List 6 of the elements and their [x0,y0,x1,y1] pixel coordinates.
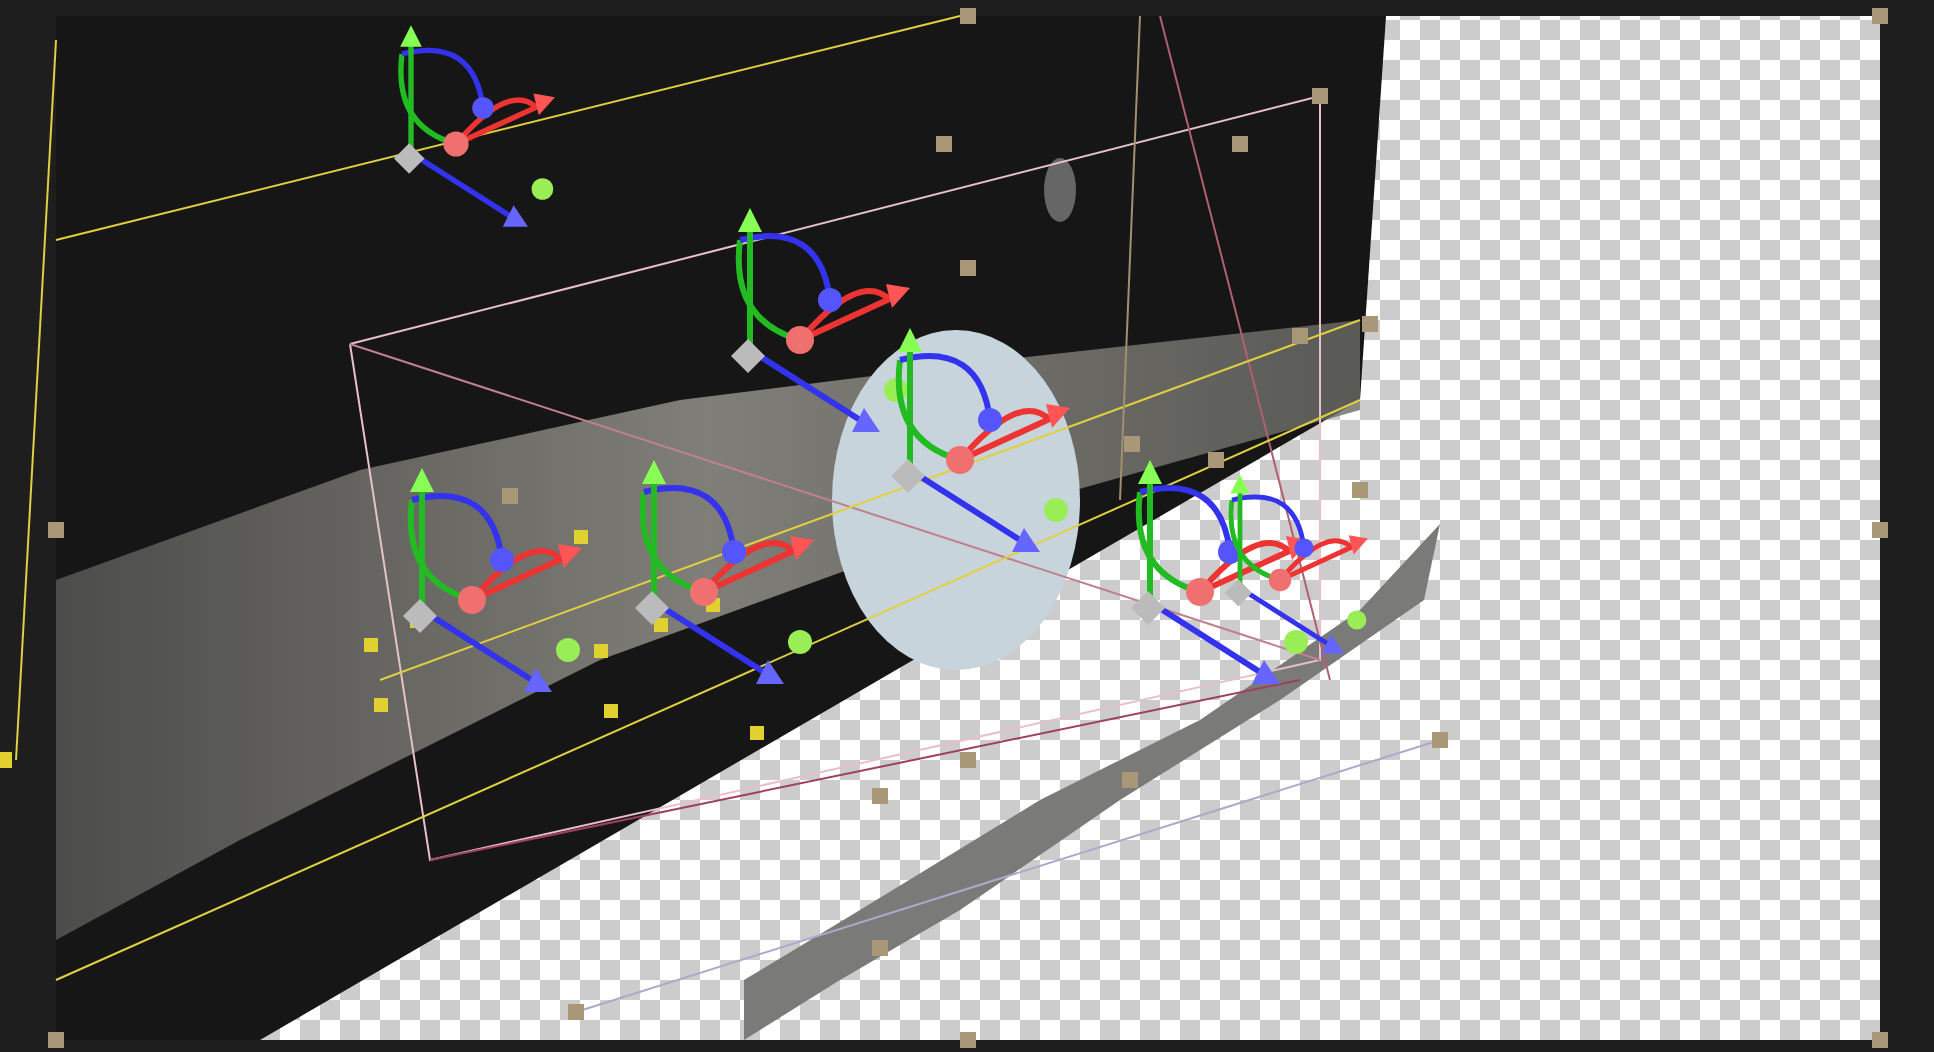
transform-gizmo-drawing[interactable] [731,208,910,432]
transform-gizmo-drawing[interactable] [393,25,555,227]
transform-gizmo-drawing[interactable] [1224,474,1368,654]
transform-gizmo-drawing[interactable] [1131,460,1310,684]
transform-gizmo-drawing[interactable] [635,460,814,684]
transform-gizmo-drawing[interactable] [891,328,1070,552]
